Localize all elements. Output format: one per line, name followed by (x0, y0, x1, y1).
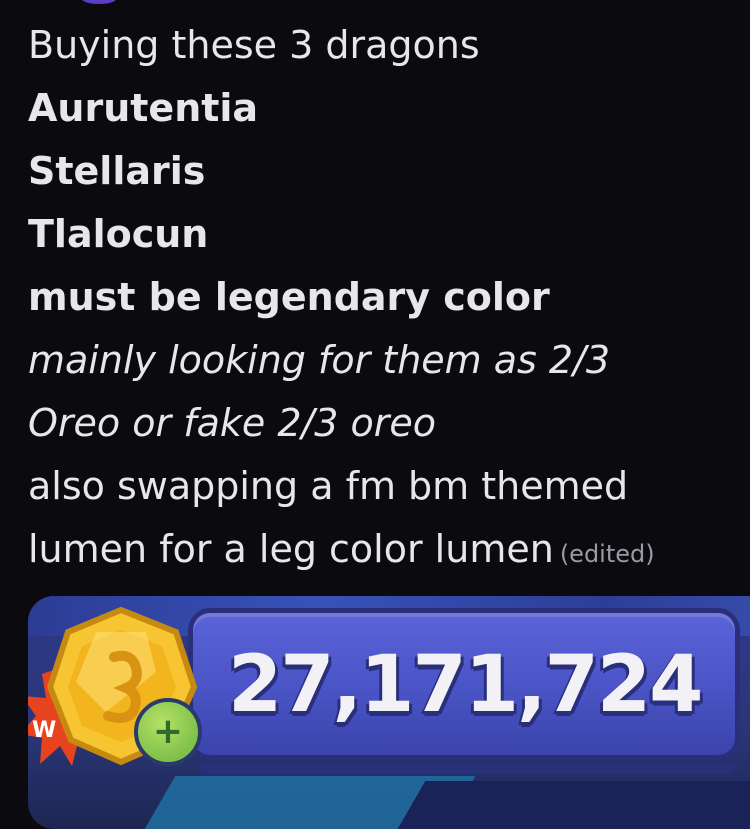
counter-bar-shadow (198, 762, 738, 774)
swap-text-last: lumen for a leg color lumen (edited) (28, 518, 728, 586)
game-background-dark (390, 781, 750, 829)
dragon-name: Stellaris (28, 149, 206, 193)
swap-text: lumen for a leg color lumen (28, 527, 554, 571)
swap-text: also swapping a fm bm themed (28, 464, 629, 508)
dragon-name: Aurutentia (28, 86, 259, 130)
coin-count: 27,171,724 (228, 640, 703, 730)
requirement-text: must be legendary color (28, 275, 550, 319)
username-edge (82, 0, 116, 4)
preference-text: Oreo or fake 2/3 oreo (28, 401, 437, 445)
chat-message: Buying these 3 dragons Aurutentia Stella… (28, 14, 728, 586)
dragon-name: Tlalocun (28, 212, 209, 256)
edited-tag: (edited) (559, 540, 655, 568)
message-intro: Buying these 3 dragons (28, 23, 480, 67)
add-coins-button[interactable]: + (134, 698, 202, 766)
image-attachment[interactable]: 27,171,724 W + (28, 596, 750, 829)
preference-text: mainly looking for them as 2/3 (28, 338, 611, 382)
